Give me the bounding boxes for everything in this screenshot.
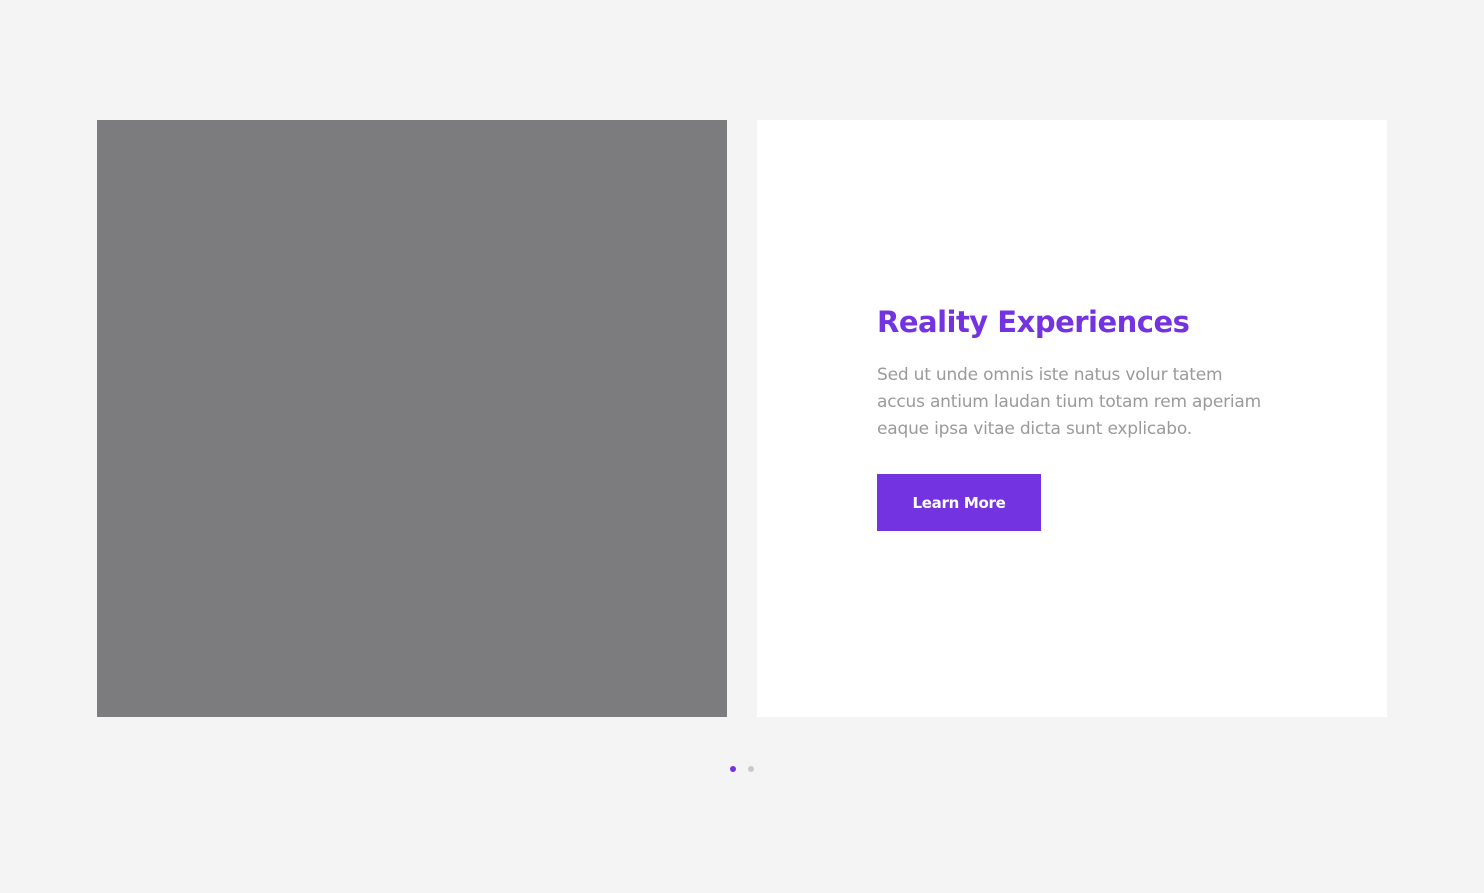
slide-image: [97, 120, 727, 717]
slide-card: Reality Experiences Sed ut unde omnis is…: [757, 120, 1387, 717]
pagination-dot-1[interactable]: [730, 766, 736, 772]
slide-title: Reality Experiences: [877, 305, 1190, 339]
slide-description: Sed ut unde omnis iste natus volur tatem…: [877, 365, 1262, 439]
learn-more-button[interactable]: Learn More: [877, 474, 1041, 531]
pagination-dot-2[interactable]: [748, 766, 754, 772]
slider-pagination: [730, 766, 754, 772]
slide-content: Reality Experiences Sed ut unde omnis is…: [877, 302, 1267, 531]
slider: Reality Experiences Sed ut unde omnis is…: [97, 120, 1387, 717]
